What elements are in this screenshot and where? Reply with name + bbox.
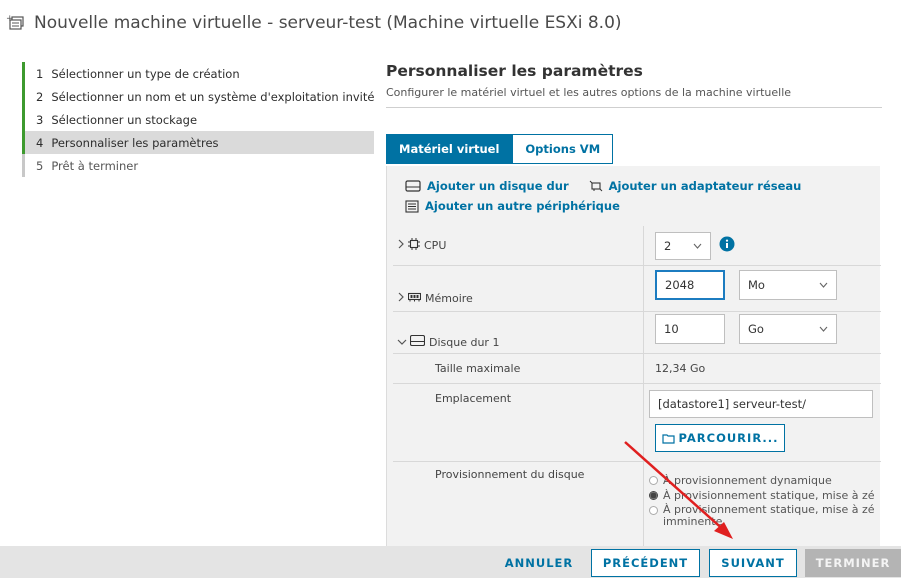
add-network-adapter-button[interactable]: Ajouter un adaptateur réseau [589,179,802,193]
previous-button[interactable]: PRÉCÉDENT [591,549,700,577]
step-label: Sélectionner un stockage [51,112,198,127]
window-title: Nouvelle machine virtuelle - serveur-tes… [34,13,622,33]
radio-label-cont: imminente [663,515,723,528]
location-label: Emplacement [435,392,512,405]
provisioning-option-thick-eager[interactable]: À provisionnement statique, mise à zé im… [649,504,875,528]
provisioning-label: Provisionnement du disque [435,468,585,481]
step-label: Prêt à terminer [51,158,139,173]
step-number: 4 [36,135,44,150]
memory-icon [407,292,422,305]
chevron-down-icon[interactable] [397,336,407,349]
step-number: 5 [36,158,44,173]
step-label: Personnaliser les paramètres [51,135,219,150]
folder-icon [661,433,675,444]
max-size-label: Taille maximale [435,362,521,375]
next-button[interactable]: SUIVANT [709,549,797,577]
chevron-right-icon[interactable] [397,239,405,252]
add-disk-label: Ajouter un disque dur [427,179,569,193]
step-label: Sélectionner un nom et un système d'expl… [51,89,375,104]
step-number: 3 [36,112,44,127]
add-other-device-button[interactable]: Ajouter un autre périphérique [405,199,620,213]
wizard-step-5: 5 Prêt à terminer [22,154,374,177]
network-adapter-icon [589,180,602,192]
memory-size-input[interactable]: 2048 [655,270,725,300]
disk-unit-select[interactable]: Go [739,314,837,344]
page-title: Personnaliser les paramètres [386,62,643,80]
wizard-footer: ANNULER PRÉCÉDENT SUIVANT TERMINER [0,546,901,578]
wizard-step-1[interactable]: 1 Sélectionner un type de création [22,62,374,85]
radio-label: À provisionnement statique, mise à zé [663,489,875,502]
add-network-label: Ajouter un adaptateur réseau [608,179,802,193]
window-title-bar: + Nouvelle machine virtuelle - serveur-t… [0,0,901,46]
wizard-step-3[interactable]: 3 Sélectionner un stockage [22,108,374,131]
radio-button[interactable] [649,476,658,485]
disk-label-cell[interactable]: Disque dur 1 [393,312,643,353]
disk-row: Disque dur 1 10 Go [393,312,881,354]
cpu-label: CPU [424,239,447,252]
tab-bar: Matériel virtuel Options VM [386,134,614,164]
disk-location-row: Emplacement [datastore1] serveur-test/ P… [393,384,881,462]
max-size-value: 12,34 Go [655,362,706,375]
hard-disk-icon [405,180,421,192]
radio-button[interactable] [649,506,658,515]
finish-button[interactable]: TERMINER [805,549,901,577]
new-vm-icon: + [6,13,26,33]
browse-button[interactable]: PARCOURIR... [655,424,785,452]
memory-label-cell[interactable]: Mémoire [393,266,643,311]
info-icon[interactable] [719,236,735,255]
memory-label: Mémoire [425,292,473,305]
page-subtitle: Configurer le matériel virtuel et les au… [386,86,882,108]
chevron-right-icon[interactable] [397,292,405,305]
tab-virtual-hardware[interactable]: Matériel virtuel [386,134,513,164]
radio-button[interactable] [649,491,658,500]
main-content: Personnaliser les paramètres Configurer … [386,62,886,546]
add-device-label: Ajouter un autre périphérique [425,199,620,213]
hard-disk-icon [409,334,426,349]
cpu-label-cell[interactable]: CPU [393,226,643,265]
disk-size-input[interactable]: 10 [655,314,725,344]
step-label: Sélectionner un type de création [51,66,240,81]
add-disk-button[interactable]: Ajouter un disque dur [405,179,569,193]
provisioning-option-thick-lazy[interactable]: À provisionnement statique, mise à zé [649,489,875,502]
disk-max-size-row: Taille maximale 12,34 Go [393,354,881,384]
memory-unit-select[interactable]: Mo [739,270,837,300]
location-input[interactable]: [datastore1] serveur-test/ [649,390,873,418]
step-number: 1 [36,66,44,81]
tab-vm-options[interactable]: Options VM [512,134,614,164]
cpu-icon [408,238,420,253]
wizard-step-2[interactable]: 2 Sélectionner un nom et un système d'exp… [22,85,374,108]
cpu-count-select[interactable]: 2 [655,231,711,260]
step-number: 2 [36,89,44,104]
disk-label: Disque dur 1 [429,336,500,349]
radio-label: À provisionnement dynamique [663,474,832,487]
memory-row: Mémoire 2048 Mo [393,266,881,312]
hardware-list: CPU 2 Mémoire 2048 Mo Disque dur 1 10 Go… [393,226,881,546]
memory-unit-value: Mo [748,278,765,292]
disk-provisioning-row: Provisionnement du disque À provisionnem… [393,462,881,546]
chevron-down-icon [819,282,828,288]
disk-unit-value: Go [748,322,764,336]
device-icon [405,199,419,213]
cancel-button[interactable]: ANNULER [496,549,582,577]
wizard-steps: 1 Sélectionner un type de création 2 Sélec… [22,62,374,177]
provisioning-option-thin[interactable]: À provisionnement dynamique [649,474,832,487]
wizard-step-4[interactable]: 4 Personnaliser les paramètres [22,131,374,154]
chevron-down-icon [693,243,702,249]
hardware-toolbar: Ajouter un disque dur Ajouter un adaptat… [387,166,880,216]
virtual-hardware-panel: Ajouter un disque dur Ajouter un adaptat… [386,166,881,546]
cpu-count-value: 2 [664,238,672,253]
cpu-row: CPU 2 [393,226,881,266]
browse-label: PARCOURIR... [678,431,779,445]
chevron-down-icon [819,326,828,332]
